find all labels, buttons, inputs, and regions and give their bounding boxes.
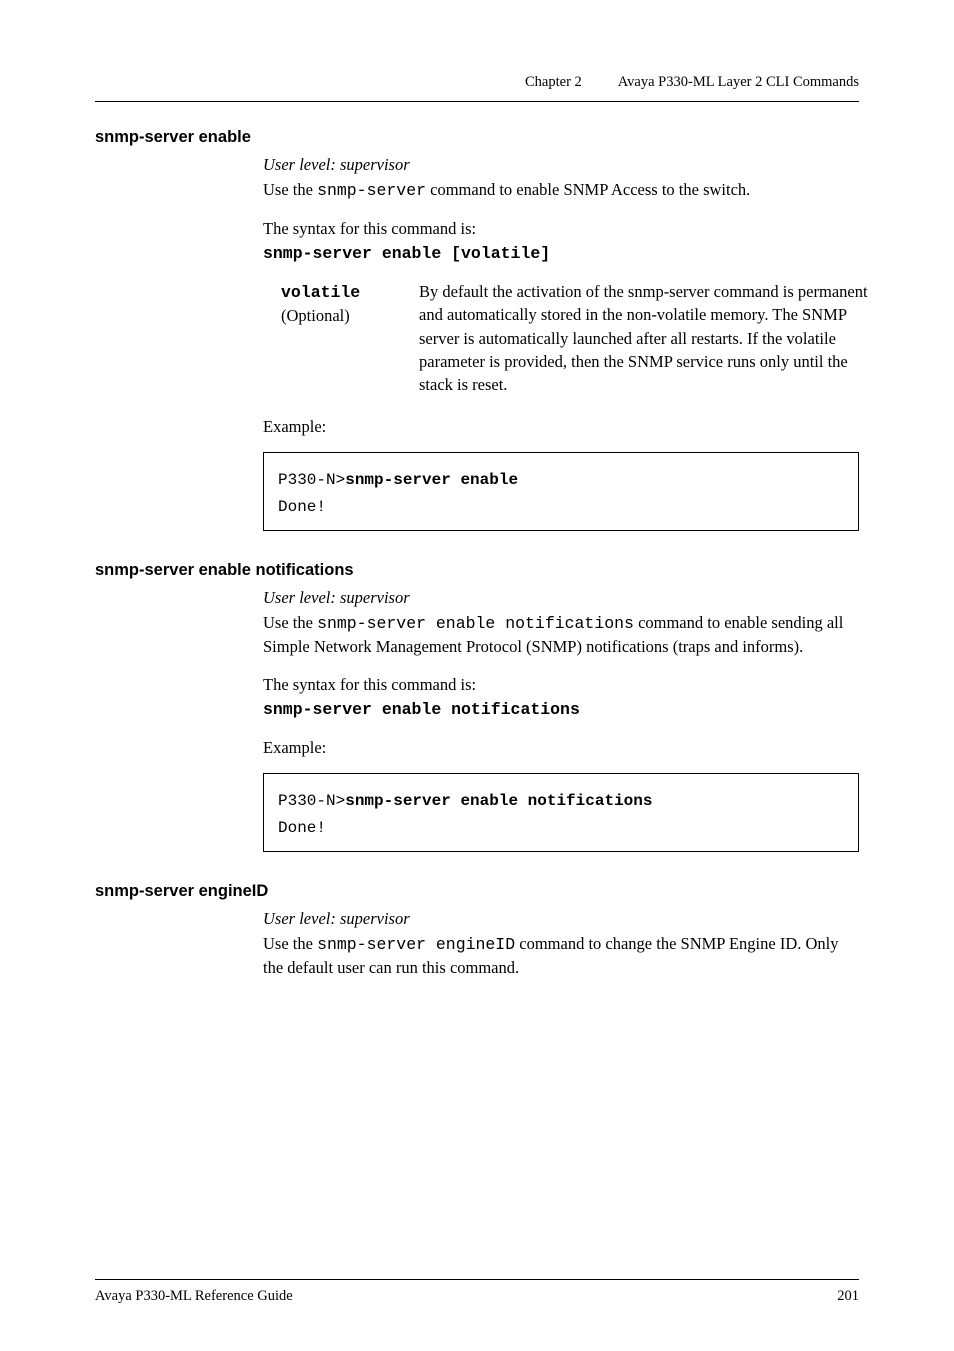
intro-paragraph: Use the snmp-server command to enable SN…: [263, 178, 859, 202]
footer-row: Avaya P330-ML Reference Guide 201: [95, 1288, 859, 1305]
inline-code: snmp-server: [317, 181, 426, 200]
user-level: User level: supervisor: [263, 153, 859, 176]
code-command: snmp-server enable: [345, 471, 518, 489]
header-rule: [95, 101, 859, 102]
text: Use the: [263, 934, 317, 953]
table-row: volatile (Optional) By default the activ…: [281, 280, 877, 397]
inline-code: snmp-server engineID: [317, 935, 515, 954]
header-title: Avaya P330-ML Layer 2 CLI Commands: [618, 74, 859, 90]
text: Use the: [263, 180, 317, 199]
footer: Avaya P330-ML Reference Guide 201: [95, 1279, 859, 1305]
user-level: User level: supervisor: [263, 907, 859, 930]
text: command to enable SNMP Access to the swi…: [426, 180, 750, 199]
code-example: P330-N>snmp-server enable Done!: [263, 452, 859, 530]
example-label: Example:: [263, 736, 859, 759]
code-line: P330-N>snmp-server enable notifications: [278, 788, 844, 815]
code-prompt: P330-N>: [278, 792, 345, 810]
inline-code: snmp-server enable notifications: [317, 614, 634, 633]
code-prompt: P330-N>: [278, 471, 345, 489]
syntax-command: snmp-server enable [volatile]: [263, 242, 859, 265]
section-body: User level: supervisor Use the snmp-serv…: [263, 586, 859, 852]
param-key: volatile (Optional): [281, 280, 419, 397]
syntax-label: The syntax for this command is:: [263, 673, 859, 696]
footer-guide: Avaya P330-ML Reference Guide: [95, 1288, 293, 1305]
intro-paragraph: Use the snmp-server engineID command to …: [263, 932, 859, 980]
code-example: P330-N>snmp-server enable notifications …: [263, 773, 859, 851]
parameter-table: volatile (Optional) By default the activ…: [281, 280, 877, 397]
running-header: Chapter 2 Avaya P330-ML Layer 2 CLI Comma…: [95, 74, 859, 91]
text: Use the: [263, 613, 317, 632]
example-label: Example:: [263, 415, 859, 438]
section-body: User level: supervisor Use the snmp-serv…: [263, 907, 859, 980]
param-desc: By default the activation of the snmp-se…: [419, 280, 877, 397]
footer-rule: [95, 1279, 859, 1280]
syntax-command: snmp-server enable notifications: [263, 698, 859, 721]
section-title-snmp-server-enable-notifications: snmp-server enable notifications: [95, 561, 859, 580]
code-output: Done!: [278, 494, 844, 521]
section-title-snmp-server-enable: snmp-server enable: [95, 128, 859, 147]
code-command: snmp-server enable notifications: [345, 792, 652, 810]
param-key-mono: volatile: [281, 283, 360, 302]
user-level: User level: supervisor: [263, 586, 859, 609]
footer-page-number: 201: [837, 1288, 859, 1305]
code-output: Done!: [278, 815, 844, 842]
section-title-snmp-server-engineid: snmp-server engineID: [95, 882, 859, 901]
section-body: User level: supervisor Use the snmp-serv…: [263, 153, 859, 531]
header-chapter: Chapter 2: [525, 74, 582, 90]
syntax-label: The syntax for this command is:: [263, 217, 859, 240]
param-key-plain: (Optional): [281, 306, 350, 325]
page: Chapter 2 Avaya P330-ML Layer 2 CLI Comma…: [0, 0, 954, 1351]
intro-paragraph: Use the snmp-server enable notifications…: [263, 611, 859, 659]
code-line: P330-N>snmp-server enable: [278, 467, 844, 494]
